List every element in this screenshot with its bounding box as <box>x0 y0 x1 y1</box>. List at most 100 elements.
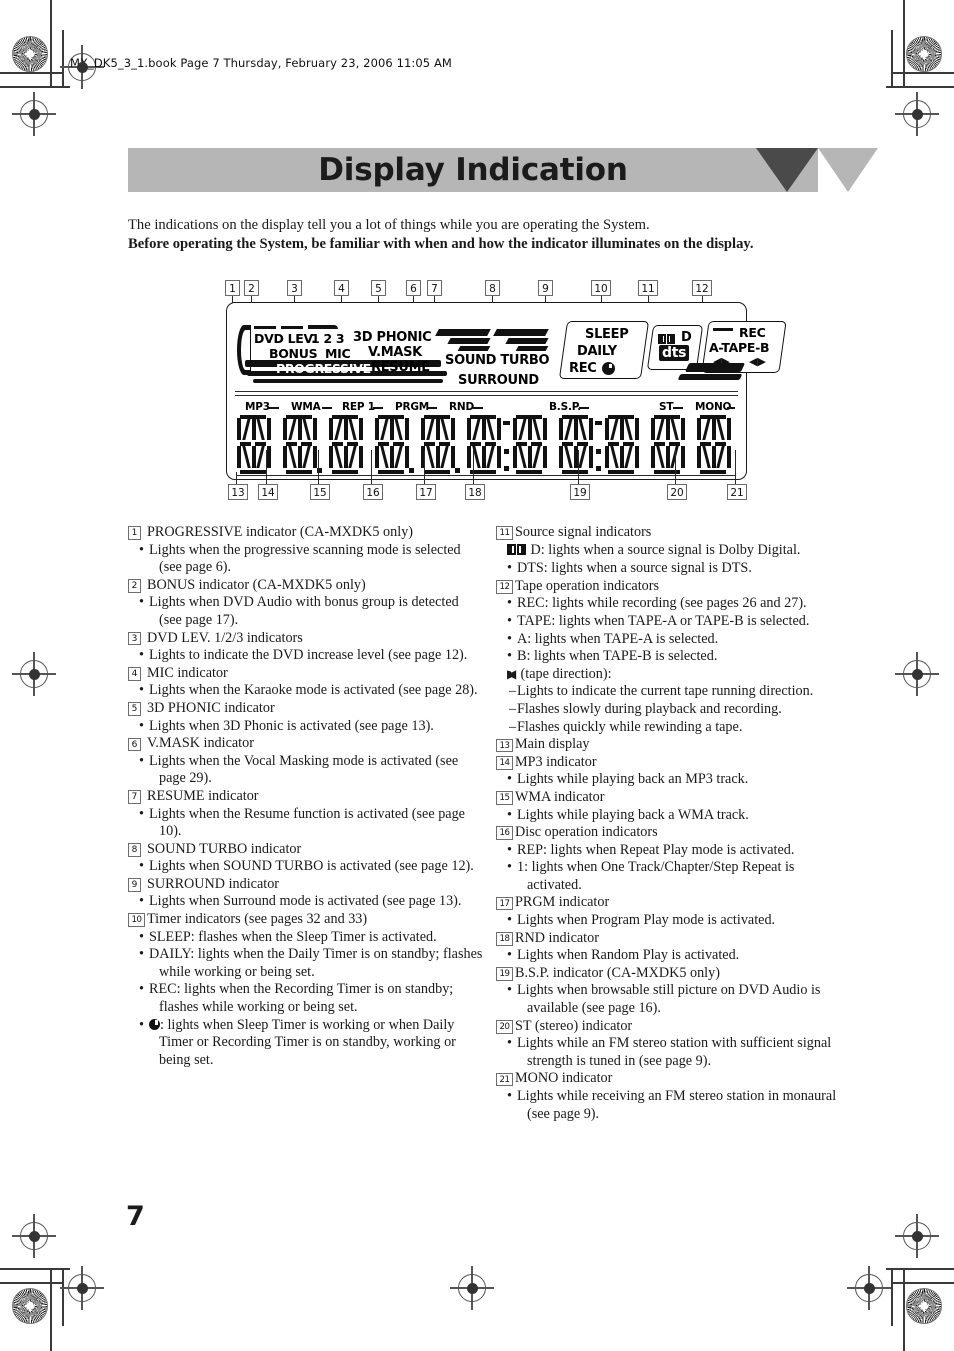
item-bullet: B: lights when TAPE-B is selected. <box>496 648 852 666</box>
label-sound-turbo: SOUND TURBO <box>445 353 550 368</box>
callout-14: 14 <box>258 484 278 500</box>
callout-16: 16 <box>363 484 383 500</box>
top-callout-row: 1 2 3 4 5 6 7 8 9 10 11 12 <box>214 276 759 307</box>
item-bullet: SLEEP: flashes when the Sleep Timer is a… <box>128 929 484 947</box>
item-heading: 16 Disc operation indicators <box>496 824 852 842</box>
decimal-point <box>455 468 460 473</box>
seg-label-tick-mono <box>727 407 735 409</box>
starburst-mark-bottom-right <box>906 1288 942 1324</box>
callout-15: 15 <box>310 484 330 500</box>
crop-mark-bottom-left-v2 <box>62 1268 64 1326</box>
item-bullet: Lights when Program Play mode is activat… <box>496 912 852 930</box>
registration-mark-right-lower <box>895 1214 939 1258</box>
label-a-tape-b: A-TAPE-B <box>709 340 770 355</box>
list-item: 10 Timer indicators (see pages 32 and 33… <box>128 911 484 1069</box>
label-surround: SURROUND <box>458 373 539 388</box>
list-item: 8 SOUND TURBO indicator Lights when SOUN… <box>128 841 484 876</box>
digit-cell <box>235 415 279 479</box>
callout-11: 11 <box>638 280 658 296</box>
dolby-box-left <box>658 334 666 344</box>
callout-7: 7 <box>427 280 442 296</box>
decimal-point <box>409 468 414 473</box>
item-title: Timer indicators (see pages 32 and 33) <box>147 911 368 928</box>
registration-mark-bottom-right <box>847 1266 891 1310</box>
list-item: 9 SURROUND indicator Lights when Surroun… <box>128 876 484 911</box>
leader-15 <box>318 450 319 484</box>
registration-mark-bottom-center <box>450 1266 494 1310</box>
starburst-mark-bottom-left <box>12 1288 48 1324</box>
item-number: 10 <box>128 913 145 927</box>
intro-line-2: Before operating the System, be familiar… <box>128 236 754 252</box>
colon-marker-upper <box>596 449 601 454</box>
item-title: MIC indicator <box>147 664 228 681</box>
digit-cell <box>419 415 463 479</box>
direction-bullet-text: (tape direction): <box>520 665 612 682</box>
registration-dot <box>911 1230 923 1242</box>
seg-label-rep1: REP 1 <box>342 401 375 413</box>
item-number: 19 <box>496 967 513 981</box>
decor-dash-a <box>254 326 276 329</box>
dolby-box-left <box>507 543 516 555</box>
callout-4: 4 <box>334 280 349 296</box>
item-bullet: Lights when the Karaoke mode is activate… <box>128 682 484 700</box>
decor-swoosh-right-2 <box>677 374 743 380</box>
registration-dot <box>911 108 923 120</box>
item-number: 16 <box>496 826 513 840</box>
right-text-column: 11 Source signal indicators D: lights wh… <box>496 524 852 1123</box>
seg-label-tick-st <box>673 407 683 409</box>
item-title: Tape operation indicators <box>515 577 659 594</box>
page-title: Display Indication <box>318 152 628 188</box>
seg-label-prgm: PRGM <box>395 401 430 413</box>
registration-mark-left-lower <box>12 1214 56 1258</box>
banner-triangle-dark <box>756 148 818 192</box>
label-resume: RESUME <box>371 360 430 375</box>
item-number: 18 <box>496 932 513 946</box>
item-title: BONUS indicator (CA-MXDK5 only) <box>147 576 366 593</box>
registration-mark-right-middle <box>895 652 939 696</box>
item-heading: 5 3D PHONIC indicator <box>128 700 484 718</box>
leader-14 <box>266 450 267 484</box>
label-dvd-lev-numbers: 1 2 3 <box>311 331 345 346</box>
intro-block: The indications on the display tell you … <box>128 216 828 254</box>
decor-turbo-arrow-right <box>505 338 549 344</box>
clock-icon <box>602 362 615 375</box>
item-bullet: 1: lights when One Track/Chapter/Step Re… <box>496 859 852 894</box>
item-bullet-dolby: D: lights when a source signal is Dolby … <box>496 542 852 561</box>
crop-mark-bottom-left-h <box>0 1268 70 1270</box>
list-item: 12 Tape operation indicators REC: lights… <box>496 578 852 736</box>
item-number: 8 <box>128 843 141 857</box>
item-heading: 17 PRGM indicator <box>496 894 852 912</box>
leader-20 <box>675 450 676 484</box>
list-item: 3 DVD LEV. 1/2/3 indicators Lights to in… <box>128 630 484 665</box>
item-bullet: REC: lights while recording (see pages 2… <box>496 595 852 613</box>
colon-marker <box>596 466 601 471</box>
crop-mark-top-right-h <box>886 86 954 88</box>
registration-dot <box>466 1282 478 1294</box>
item-number: 9 <box>128 878 141 892</box>
dolby-double-d-icon <box>507 543 527 561</box>
leader-21 <box>735 450 736 484</box>
item-bullet: Lights while playing back an MP3 track. <box>496 771 852 789</box>
registration-mark-left-upper <box>12 92 56 136</box>
item-heading: 3 DVD LEV. 1/2/3 indicators <box>128 630 484 648</box>
crop-mark-top-left-h <box>0 86 70 88</box>
callout-3: 3 <box>287 280 302 296</box>
item-bullet: Lights when the Resume function is activ… <box>128 806 484 841</box>
item-number: 2 <box>128 579 141 593</box>
item-number: 5 <box>128 702 141 716</box>
item-heading: 12 Tape operation indicators <box>496 578 852 596</box>
colon-marker-upper <box>504 449 509 454</box>
left-text-column: 1 PROGRESSIVE indicator (CA-MXDK5 only) … <box>128 524 484 1069</box>
banner-triangle-light <box>818 148 878 192</box>
item-title: B.S.P. indicator (CA-MXDK5 only) <box>515 964 720 981</box>
panel-bottom-rail-1 <box>237 475 736 477</box>
item-heading: 2 BONUS indicator (CA-MXDK5 only) <box>128 577 484 595</box>
crop-mark-top-left-h2 <box>0 72 62 74</box>
crop-mark-bottom-right-h2 <box>891 1282 954 1284</box>
crop-mark-bottom-right-v <box>903 1268 905 1351</box>
item-bullet: Lights when the Vocal Masking mode is ac… <box>128 753 484 788</box>
list-item: 21 MONO indicator Lights while receiving… <box>496 1070 852 1123</box>
seg-label-st: ST <box>659 401 674 413</box>
item-heading: 4 MIC indicator <box>128 665 484 683</box>
panel-divider-2 <box>235 395 738 397</box>
